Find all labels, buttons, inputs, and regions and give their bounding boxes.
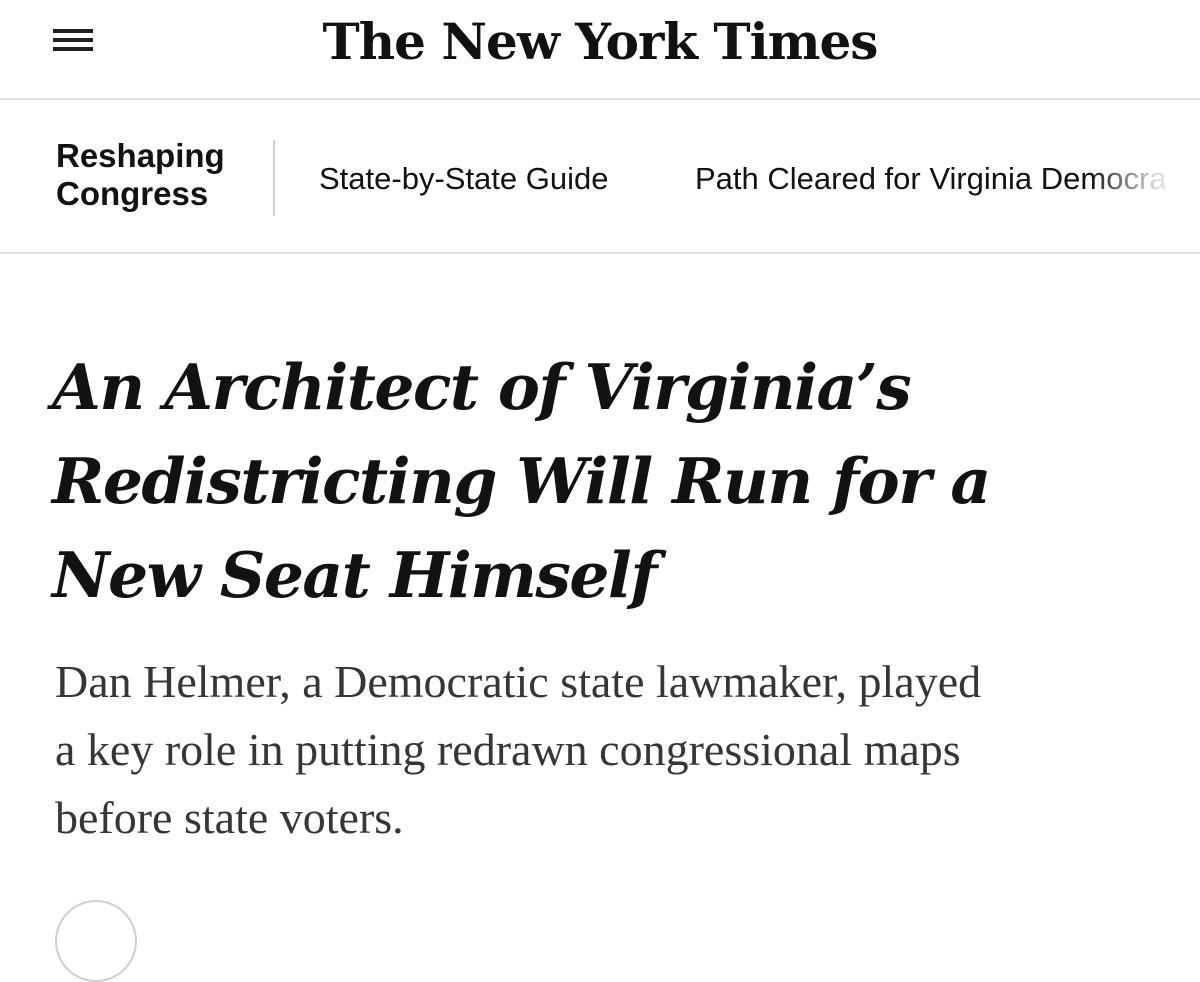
top-bar: The New York Times (0, 0, 1200, 100)
nav-link-state-guide[interactable]: State-by-State Guide (319, 160, 609, 198)
article-headline: An Architect of Virginia’s Redistricting… (52, 340, 1152, 622)
article-summary: Dan Helmer, a Democratic state lawmaker,… (55, 648, 1155, 852)
section-nav-bar: Reshaping Congress State-by-State Guide … (0, 100, 1200, 254)
section-title-line: Reshaping (56, 137, 225, 174)
section-divider (273, 140, 275, 216)
summary-line: a key role in putting redrawn congressio… (55, 724, 961, 775)
headline-line: Redistricting Will Run for a (52, 444, 991, 518)
share-button[interactable] (55, 900, 137, 982)
summary-line: before state voters. (55, 792, 404, 843)
menu-line (53, 29, 93, 33)
hamburger-menu-icon[interactable] (53, 26, 93, 54)
menu-line (53, 38, 93, 42)
menu-line (53, 47, 93, 51)
section-title[interactable]: Reshaping Congress (56, 137, 256, 213)
summary-line: Dan Helmer, a Democratic state lawmaker,… (55, 656, 982, 707)
section-title-line: Congress (56, 175, 209, 212)
headline-line: An Architect of Virginia’s (52, 350, 912, 424)
site-logo[interactable]: The New York Times (300, 4, 900, 80)
headline-line: New Seat Himself (52, 538, 657, 612)
nav-fade-overlay (1090, 100, 1200, 252)
